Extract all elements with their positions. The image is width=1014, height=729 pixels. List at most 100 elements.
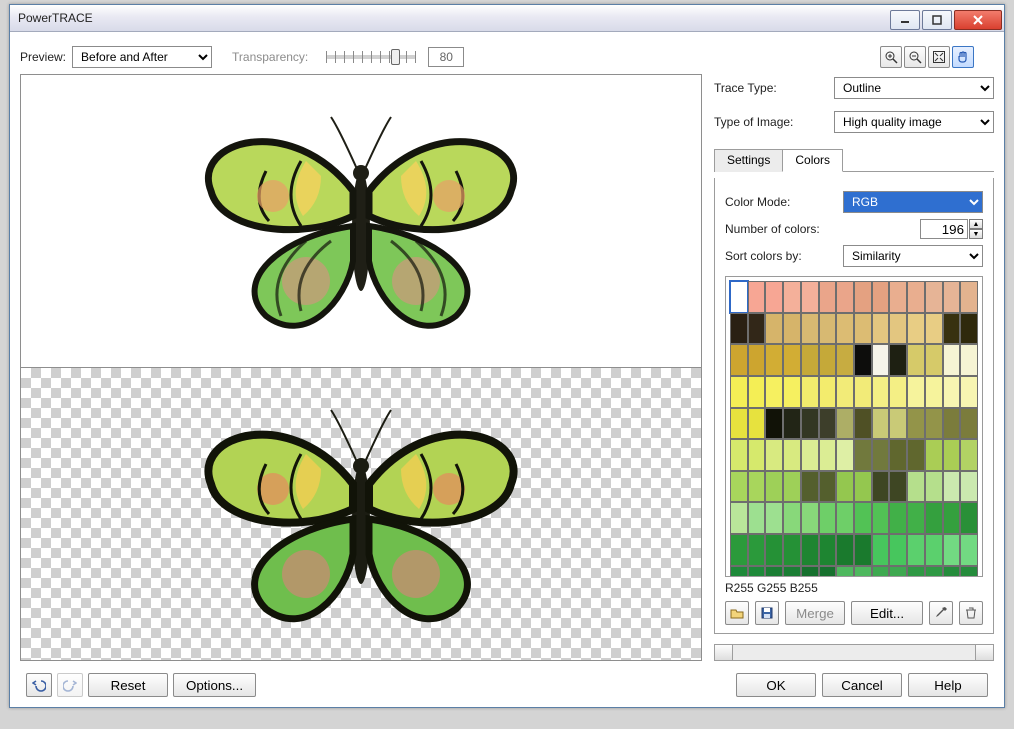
swatch[interactable] (943, 566, 961, 577)
swatch[interactable] (801, 376, 819, 408)
swatch[interactable] (836, 313, 854, 345)
swatch[interactable] (872, 313, 890, 345)
swatch[interactable] (819, 408, 837, 440)
swatch[interactable] (925, 502, 943, 534)
swatch[interactable] (819, 313, 837, 345)
edit-button[interactable]: Edit... (851, 601, 923, 625)
swatch[interactable] (783, 313, 801, 345)
swatch[interactable] (765, 281, 783, 313)
swatch[interactable] (854, 281, 872, 313)
zoom-out-icon[interactable] (904, 46, 926, 68)
swatch[interactable] (872, 471, 890, 503)
swatch[interactable] (801, 471, 819, 503)
swatch[interactable] (925, 534, 943, 566)
swatch[interactable] (872, 344, 890, 376)
close-button[interactable] (954, 10, 1002, 30)
swatch[interactable] (889, 439, 907, 471)
swatch[interactable] (854, 313, 872, 345)
swatch[interactable] (925, 471, 943, 503)
tab-colors[interactable]: Colors (782, 149, 843, 172)
swatch[interactable] (907, 313, 925, 345)
swatch[interactable] (765, 408, 783, 440)
swatch[interactable] (783, 344, 801, 376)
image-type-select[interactable]: Line artLogoDetailed logoClipartLow qual… (834, 111, 994, 133)
swatch[interactable] (889, 376, 907, 408)
before-view[interactable] (21, 75, 701, 368)
trash-icon[interactable] (959, 601, 983, 625)
swatch[interactable] (872, 281, 890, 313)
swatch[interactable] (854, 376, 872, 408)
swatch[interactable] (783, 376, 801, 408)
swatch[interactable] (765, 566, 783, 577)
swatch[interactable] (907, 534, 925, 566)
swatch[interactable] (730, 376, 748, 408)
swatch[interactable] (872, 439, 890, 471)
preview-mode-select[interactable]: Before and AfterBeforeAfter (72, 46, 212, 68)
trace-type-select[interactable]: OutlineCenterline (834, 77, 994, 99)
swatch[interactable] (889, 502, 907, 534)
swatch[interactable] (748, 566, 766, 577)
swatch[interactable] (765, 439, 783, 471)
swatch[interactable] (854, 502, 872, 534)
swatch[interactable] (748, 502, 766, 534)
swatch[interactable] (730, 566, 748, 577)
swatch[interactable] (907, 566, 925, 577)
swatch[interactable] (960, 376, 978, 408)
redo-icon[interactable] (57, 673, 83, 697)
swatch[interactable] (783, 408, 801, 440)
options-button[interactable]: Options... (173, 673, 256, 697)
swatch[interactable] (943, 471, 961, 503)
swatch[interactable] (907, 502, 925, 534)
swatch[interactable] (943, 313, 961, 345)
swatch[interactable] (889, 313, 907, 345)
swatch[interactable] (854, 344, 872, 376)
after-view[interactable] (21, 368, 701, 660)
swatch[interactable] (801, 313, 819, 345)
color-mode-select[interactable]: RGBCMYKGrayscaleBlack and WhitePaletted (843, 191, 983, 213)
swatch[interactable] (748, 344, 766, 376)
swatch[interactable] (907, 344, 925, 376)
swatch[interactable] (943, 344, 961, 376)
swatch[interactable] (748, 408, 766, 440)
transparency-slider[interactable] (326, 55, 416, 59)
swatch[interactable] (730, 281, 748, 313)
swatch[interactable] (960, 439, 978, 471)
pan-icon[interactable] (952, 46, 974, 68)
swatch[interactable] (819, 534, 837, 566)
swatch[interactable] (801, 344, 819, 376)
swatch[interactable] (730, 313, 748, 345)
side-scrollbar[interactable] (714, 644, 994, 661)
swatch[interactable] (925, 439, 943, 471)
swatch[interactable] (836, 281, 854, 313)
num-colors-spin[interactable]: ▲ ▼ (920, 219, 983, 239)
sort-select[interactable]: SimilarityHueFrequency (843, 245, 983, 267)
swatch[interactable] (836, 408, 854, 440)
swatch[interactable] (960, 471, 978, 503)
swatch[interactable] (765, 344, 783, 376)
swatch[interactable] (765, 502, 783, 534)
swatch[interactable] (943, 439, 961, 471)
swatch[interactable] (889, 471, 907, 503)
swatch[interactable] (872, 502, 890, 534)
swatch[interactable] (783, 281, 801, 313)
undo-icon[interactable] (26, 673, 52, 697)
swatch[interactable] (783, 566, 801, 577)
swatch[interactable] (765, 313, 783, 345)
swatch[interactable] (819, 471, 837, 503)
swatch[interactable] (889, 408, 907, 440)
swatch[interactable] (925, 566, 943, 577)
swatch[interactable] (836, 376, 854, 408)
swatch[interactable] (748, 281, 766, 313)
swatch[interactable] (854, 408, 872, 440)
swatch[interactable] (854, 566, 872, 577)
reset-button[interactable]: Reset (88, 673, 168, 697)
swatch[interactable] (889, 566, 907, 577)
open-palette-icon[interactable] (725, 601, 749, 625)
help-button[interactable]: Help (908, 673, 988, 697)
swatch[interactable] (889, 534, 907, 566)
swatch[interactable] (889, 281, 907, 313)
swatch[interactable] (730, 344, 748, 376)
swatch[interactable] (730, 534, 748, 566)
swatch[interactable] (836, 534, 854, 566)
swatch[interactable] (748, 313, 766, 345)
